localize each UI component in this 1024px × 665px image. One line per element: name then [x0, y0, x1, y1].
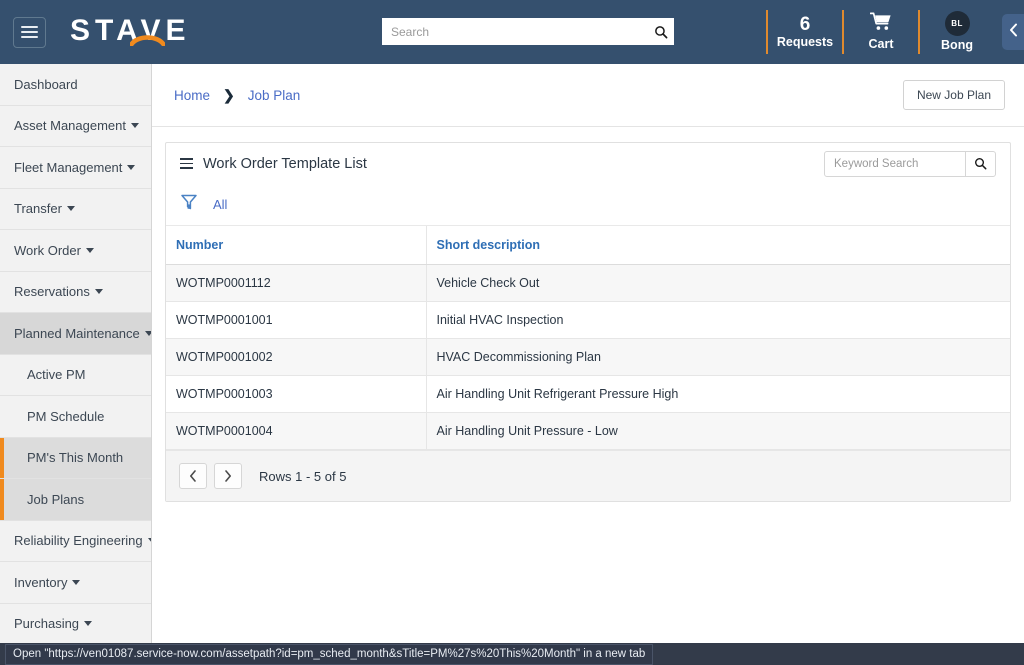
sidebar-item-planned-maintenance[interactable]: Planned Maintenance	[0, 313, 151, 355]
main-content: Home ❯ Job Plan New Job Plan Work Order …	[152, 64, 1024, 665]
collapse-panel-button[interactable]	[1002, 14, 1024, 50]
global-search[interactable]	[382, 18, 674, 45]
pagination-bar: Rows 1 - 5 of 5	[166, 450, 1010, 501]
chevron-down-icon	[131, 123, 140, 129]
funnel-filter-icon[interactable]	[180, 193, 198, 216]
cell-number[interactable]: WOTMP0001002	[166, 338, 427, 376]
cell-number[interactable]: WOTMP0001003	[166, 375, 427, 413]
status-bar-text: Open "https://ven01087.service-now.com/a…	[5, 644, 654, 665]
cell-number[interactable]: WOTMP0001112	[166, 264, 427, 302]
filter-row: All	[166, 184, 1010, 226]
sidebar-item-label: Reservations	[14, 284, 90, 300]
sidebar-item-label: Work Order	[14, 242, 81, 258]
sidebar-item-label: Dashboard	[14, 76, 78, 92]
breadcrumb-home[interactable]: Home	[174, 88, 210, 103]
cart-label: Cart	[868, 37, 894, 52]
sidebar-item-work-order[interactable]: Work Order	[0, 230, 151, 272]
chevron-down-icon	[72, 579, 81, 585]
sidebar-item-active-pm[interactable]: Active PM	[0, 355, 151, 396]
column-header-number[interactable]: Number	[166, 226, 427, 265]
cell-number[interactable]: WOTMP0001001	[166, 301, 427, 339]
chevron-right-icon: ❯	[223, 87, 235, 103]
sidebar-item-purchasing[interactable]: Purchasing	[0, 604, 151, 645]
breadcrumb-bar: Home ❯ Job Plan New Job Plan	[152, 64, 1024, 127]
brand-logo[interactable]: STAVE	[70, 16, 191, 48]
avatar: BL	[944, 11, 970, 37]
chevron-down-icon	[144, 330, 151, 336]
app-header: STAVE 6 Requests	[0, 0, 1024, 64]
sidebar-item-label: Inventory	[14, 574, 68, 590]
chevron-down-icon	[127, 164, 136, 170]
table-row[interactable]: WOTMP0001002 HVAC Decommissioning Plan	[166, 338, 1010, 376]
sidebar-item-label: Reliability Engineering	[14, 533, 143, 549]
cart-button[interactable]: Cart	[844, 12, 918, 52]
table-row[interactable]: WOTMP0001004 Air Handling Unit Pressure -…	[166, 412, 1010, 450]
chevron-down-icon	[66, 206, 75, 212]
requests-count: 6	[799, 13, 811, 35]
requests-label: Requests	[776, 34, 834, 49]
sidebar-item-label: PM Schedule	[27, 408, 105, 424]
column-header-short-description[interactable]: Short description	[426, 226, 1010, 265]
sidebar-item-label: Job Plans	[27, 491, 85, 507]
brand-logo-text: STAVE	[70, 14, 191, 47]
pagination-summary: Rows 1 - 5 of 5	[259, 468, 347, 484]
search-input[interactable]	[382, 24, 648, 39]
table-row[interactable]: WOTMP0001001 Initial HVAC Inspection	[166, 301, 1010, 339]
work-order-template-table: Number Short description WOTMP0001112 Veh…	[166, 226, 1010, 450]
chevron-left-icon	[1009, 23, 1018, 42]
cart-icon	[869, 12, 892, 36]
sidebar-item-asset-management[interactable]: Asset Management	[0, 106, 151, 147]
work-order-template-card: Work Order Template List All	[165, 142, 1011, 502]
sidebar-item-label: Transfer	[14, 201, 62, 217]
page-title: Work Order Template List	[203, 155, 367, 172]
cell-short-description[interactable]: Air Handling Unit Pressure - Low	[426, 412, 1010, 450]
keyword-search-icon[interactable]	[965, 151, 995, 176]
sidebar-item-pm-s-this-month[interactable]: PM's This Month	[0, 437, 151, 479]
new-job-plan-button[interactable]: New Job Plan	[902, 80, 1005, 110]
menu-toggle-button[interactable]	[13, 16, 46, 48]
cell-number[interactable]: WOTMP0001004	[166, 412, 427, 450]
cell-short-description[interactable]: HVAC Decommissioning Plan	[426, 338, 1010, 376]
hamburger-icon-line	[21, 31, 38, 33]
chevron-down-icon	[85, 247, 94, 253]
hamburger-icon-line	[21, 36, 38, 38]
user-menu-button[interactable]: BL Bong	[920, 11, 994, 53]
table-row[interactable]: WOTMP0001003 Air Handling Unit Refrigeran…	[166, 375, 1010, 413]
card-header: Work Order Template List	[166, 143, 1010, 184]
search-icon[interactable]	[648, 25, 674, 39]
sidebar-item-job-plans[interactable]: Job Plans	[0, 479, 151, 521]
user-name-label: Bong	[941, 38, 973, 53]
sidebar-item-dashboard[interactable]: Dashboard	[0, 64, 151, 106]
sidebar-item-pm-schedule[interactable]: PM Schedule	[0, 396, 151, 438]
cell-short-description[interactable]: Initial HVAC Inspection	[426, 301, 1010, 339]
sidebar-item-fleet-management[interactable]: Fleet Management	[0, 147, 151, 189]
browser-status-bar: Open "https://ven01087.service-now.com/a…	[0, 643, 1024, 665]
keyword-search[interactable]	[824, 150, 996, 177]
sidebar-item-transfer[interactable]: Transfer	[0, 189, 151, 230]
table-row[interactable]: WOTMP0001112 Vehicle Check Out	[166, 264, 1010, 302]
hamburger-icon-line	[21, 26, 38, 28]
sidebar-item-reliability-engineering[interactable]: Reliability Engineering	[0, 521, 151, 562]
cell-short-description[interactable]: Air Handling Unit Refrigerant Pressure H…	[426, 375, 1010, 413]
sidebar-item-label: Asset Management	[14, 118, 127, 134]
filter-all-label[interactable]: All	[213, 197, 227, 212]
sidebar-item-inventory[interactable]: Inventory	[0, 562, 151, 604]
sidebar-item-label: Active PM	[27, 367, 86, 383]
chevron-down-icon	[94, 289, 103, 295]
breadcrumb-current[interactable]: Job Plan	[248, 88, 301, 103]
pagination-prev-button[interactable]	[179, 463, 207, 489]
sidebar-item-label: Purchasing	[14, 616, 80, 632]
chevron-down-icon	[84, 621, 93, 627]
cell-short-description[interactable]: Vehicle Check Out	[426, 264, 1010, 302]
requests-button[interactable]: 6 Requests	[768, 13, 842, 50]
sidebar-item-reservations[interactable]: Reservations	[0, 272, 151, 313]
sidebar-item-label: PM's This Month	[27, 450, 124, 466]
keyword-search-input[interactable]	[825, 157, 965, 170]
pagination-next-button[interactable]	[214, 463, 242, 489]
table-header-row: Number Short description	[166, 226, 1010, 265]
list-menu-icon[interactable]	[180, 157, 193, 170]
sidebar-item-label: Fleet Management	[14, 159, 123, 175]
sidebar-nav: Dashboard Asset Management Fleet Managemen…	[0, 64, 152, 665]
sidebar-item-label: Planned Maintenance	[14, 325, 140, 341]
